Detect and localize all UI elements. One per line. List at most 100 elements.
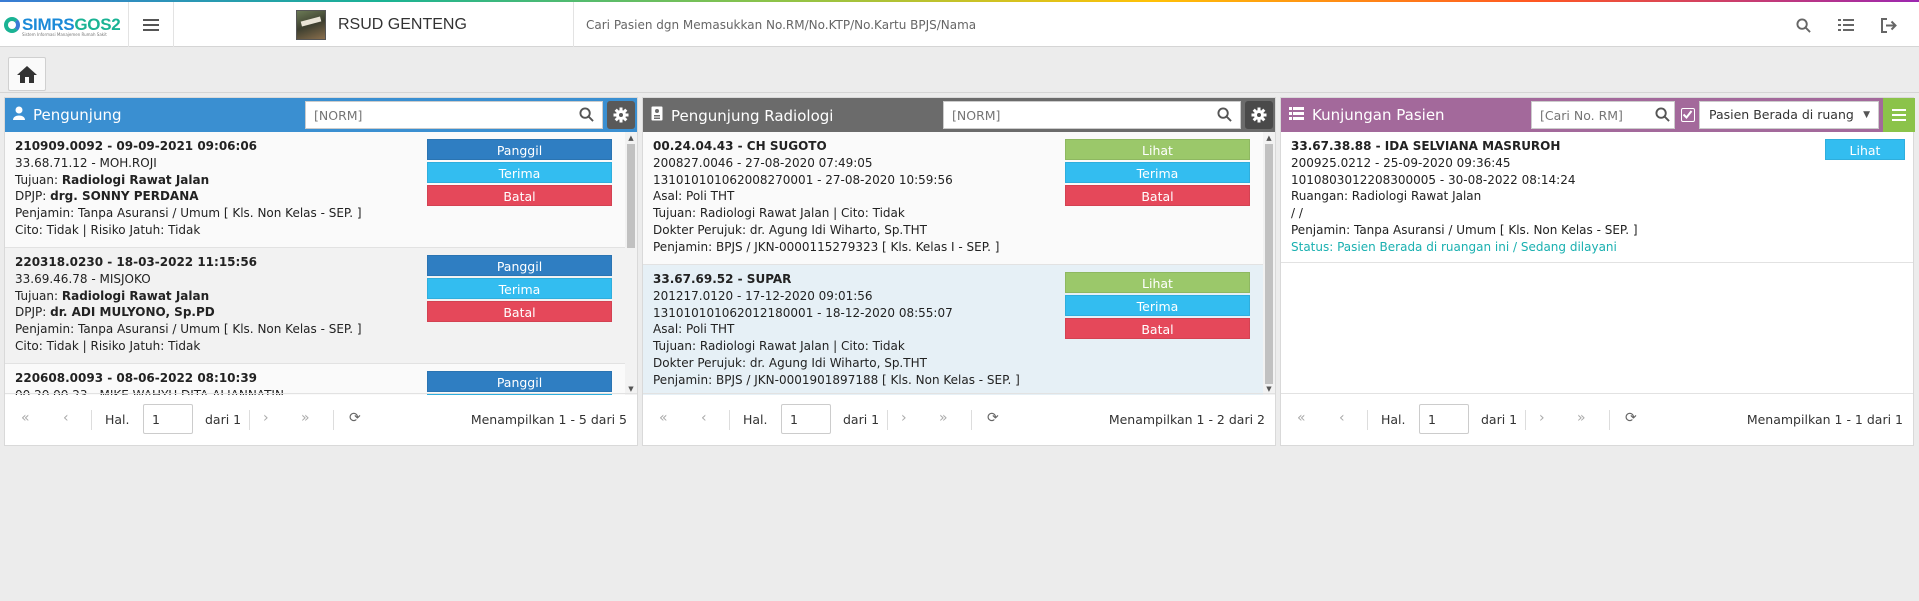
- search-icon[interactable]: [1217, 107, 1233, 123]
- scroll-up-icon[interactable]: ▲: [1264, 134, 1274, 142]
- next-page-icon[interactable]: ›: [1539, 410, 1545, 426]
- item-ruangan: Ruangan: Radiologi Rawat Jalan: [1291, 189, 1482, 204]
- logout-icon[interactable]: [1878, 14, 1900, 36]
- terima-button[interactable]: Terima: [427, 278, 612, 299]
- list-item[interactable]: 210909.0092 - 09-09-2021 09:06:06 33.68.…: [5, 132, 637, 248]
- panggil-button[interactable]: Panggil: [427, 371, 612, 392]
- item-cito: Cito: Tidak | Risiko Jatuh: Tidak: [15, 222, 201, 237]
- pengunjung-pager: « ‹ Hal. dari 1 › » ⟳ Menampilkan 1 - 5 …: [5, 393, 637, 445]
- radiologi-list: 00.24.04.43 - CH SUGOTO 200827.0046 - 27…: [643, 132, 1275, 395]
- item-actions: Lihat: [1825, 139, 1905, 162]
- app-logo[interactable]: SIMRSGOS2 Sistem Informasi Manajemen Rum…: [0, 2, 128, 47]
- search-icon[interactable]: [579, 107, 595, 123]
- patient-search-input[interactable]: [586, 14, 1686, 36]
- list-item[interactable]: 220608.0093 - 08-06-2022 08:10:39 00.20.…: [5, 364, 637, 395]
- list-item[interactable]: 220318.0230 - 18-03-2022 11:15:56 33.69.…: [5, 248, 637, 364]
- kunjungan-list: 33.67.38.88 - IDA SELVIANA MASRUROH 2009…: [1281, 132, 1913, 395]
- terima-button[interactable]: Terima: [1065, 295, 1250, 316]
- divider: [0, 92, 1919, 93]
- next-page-icon[interactable]: ›: [263, 410, 269, 426]
- hospital-name: RSUD GENTENG: [338, 15, 467, 33]
- item-actions: Panggil Terima: [427, 371, 612, 395]
- scroll-down-icon[interactable]: ▼: [1264, 385, 1274, 393]
- radiologi-panel: Pengunjung Radiologi 00.24.04.43 - CH SU…: [642, 97, 1276, 446]
- pengunjung-panel-header: Pengunjung: [5, 98, 637, 132]
- filter-selected-value: Pasien Berada di ruang: [1709, 107, 1854, 122]
- list-icon[interactable]: [1835, 14, 1857, 36]
- item-order: 1010803012208300005 - 30-08-2022 08:14:2…: [1291, 172, 1576, 187]
- filter-checkbox[interactable]: [1681, 108, 1695, 122]
- hospital-info: RSUD GENTENG: [296, 9, 467, 40]
- item-actions: Lihat Terima Batal: [1065, 139, 1250, 208]
- page-number-input[interactable]: [1419, 404, 1469, 434]
- prev-page-icon[interactable]: ‹: [701, 410, 707, 426]
- hospital-image: [296, 9, 326, 40]
- radiologi-title-text: Pengunjung Radiologi: [671, 106, 834, 125]
- refresh-icon[interactable]: ⟳: [1625, 410, 1637, 426]
- lihat-button[interactable]: Lihat: [1065, 139, 1250, 160]
- terima-button[interactable]: Terima: [427, 162, 612, 183]
- batal-button[interactable]: Batal: [1065, 318, 1250, 339]
- item-penjamin: Penjamin: BPJS / JKN-0000115279323 [ Kls…: [653, 239, 1000, 254]
- hamburger-icon: [1892, 109, 1906, 121]
- first-page-icon[interactable]: «: [1297, 410, 1306, 426]
- list-item[interactable]: 33.67.38.88 - IDA SELVIANA MASRUROH 2009…: [1281, 132, 1913, 263]
- kunjungan-title: Kunjungan Pasien: [1289, 106, 1445, 124]
- panggil-button[interactable]: Panggil: [427, 139, 612, 160]
- pager-info: Menampilkan 1 - 1 dari 1: [1746, 412, 1903, 427]
- item-actions: Panggil Terima Batal: [427, 139, 612, 208]
- first-page-icon[interactable]: «: [659, 410, 668, 426]
- scroll-thumb[interactable]: [627, 144, 635, 248]
- kunjungan-panel: Kunjungan Pasien Pasien Berada di ruang …: [1280, 97, 1915, 446]
- refresh-icon[interactable]: ⟳: [349, 410, 361, 426]
- pengunjung-settings-button[interactable]: [607, 101, 635, 129]
- pager-separator: [971, 410, 972, 430]
- pager-separator: [887, 410, 888, 430]
- list-item[interactable]: 33.67.69.52 - SUPAR 201217.0120 - 17-12-…: [643, 265, 1275, 395]
- last-page-icon[interactable]: »: [939, 410, 948, 426]
- pengunjung-title: Pengunjung: [13, 106, 121, 124]
- last-page-icon[interactable]: »: [1577, 410, 1586, 426]
- search-icon[interactable]: [1655, 107, 1671, 123]
- batal-button[interactable]: Batal: [1065, 185, 1250, 206]
- radiologi-scrollbar[interactable]: ▲ ▼: [1263, 132, 1275, 395]
- radiologi-settings-button[interactable]: [1245, 101, 1273, 129]
- kunjungan-menu-button[interactable]: [1883, 98, 1915, 132]
- scroll-down-icon[interactable]: ▼: [626, 385, 636, 393]
- terima-button[interactable]: Terima: [1065, 162, 1250, 183]
- last-page-icon[interactable]: »: [301, 410, 310, 426]
- pager-separator: [249, 410, 250, 430]
- location-filter-select[interactable]: Pasien Berada di ruang ▼: [1699, 101, 1879, 129]
- page-number-input[interactable]: [143, 404, 193, 434]
- pengunjung-list: 210909.0092 - 09-09-2021 09:06:06 33.68.…: [5, 132, 637, 395]
- scroll-up-icon[interactable]: ▲: [626, 134, 636, 142]
- pengunjung-scrollbar[interactable]: ▲ ▼: [625, 132, 637, 395]
- search-icon[interactable]: [1792, 14, 1814, 36]
- radiologi-title: Pengunjung Radiologi: [651, 106, 833, 125]
- home-button[interactable]: [8, 57, 46, 91]
- pager-info: Menampilkan 1 - 5 dari 5: [470, 412, 627, 427]
- page-number-input[interactable]: [781, 404, 831, 434]
- list-item[interactable]: 00.24.04.43 - CH SUGOTO 200827.0046 - 27…: [643, 132, 1275, 265]
- prev-page-icon[interactable]: ‹: [1339, 410, 1345, 426]
- panggil-button[interactable]: Panggil: [427, 255, 612, 276]
- first-page-icon[interactable]: «: [21, 410, 30, 426]
- user-icon: [13, 106, 25, 124]
- next-page-icon[interactable]: ›: [901, 410, 907, 426]
- lihat-button[interactable]: Lihat: [1065, 272, 1250, 293]
- scroll-thumb[interactable]: [1265, 144, 1273, 384]
- item-registration: 200925.0212 - 25-09-2020 09:36:45: [1291, 155, 1511, 170]
- lihat-button[interactable]: Lihat: [1825, 139, 1905, 160]
- pager-hal-label: Hal.: [743, 412, 768, 427]
- item-dokter: Dokter Perujuk: dr. Agung Idi Wiharto, S…: [653, 222, 927, 237]
- radiologi-norm-input[interactable]: [943, 101, 1241, 129]
- batal-button[interactable]: Batal: [427, 185, 612, 206]
- batal-button[interactable]: Batal: [427, 301, 612, 322]
- refresh-icon[interactable]: ⟳: [987, 410, 999, 426]
- prev-page-icon[interactable]: ‹: [63, 410, 69, 426]
- pengunjung-norm-input[interactable]: [305, 101, 603, 129]
- hamburger-menu-button[interactable]: [128, 2, 174, 47]
- item-actions: Lihat Terima Batal: [1065, 272, 1250, 341]
- kunjungan-norm-input[interactable]: [1531, 101, 1675, 129]
- patient-search-area: [573, 2, 1919, 47]
